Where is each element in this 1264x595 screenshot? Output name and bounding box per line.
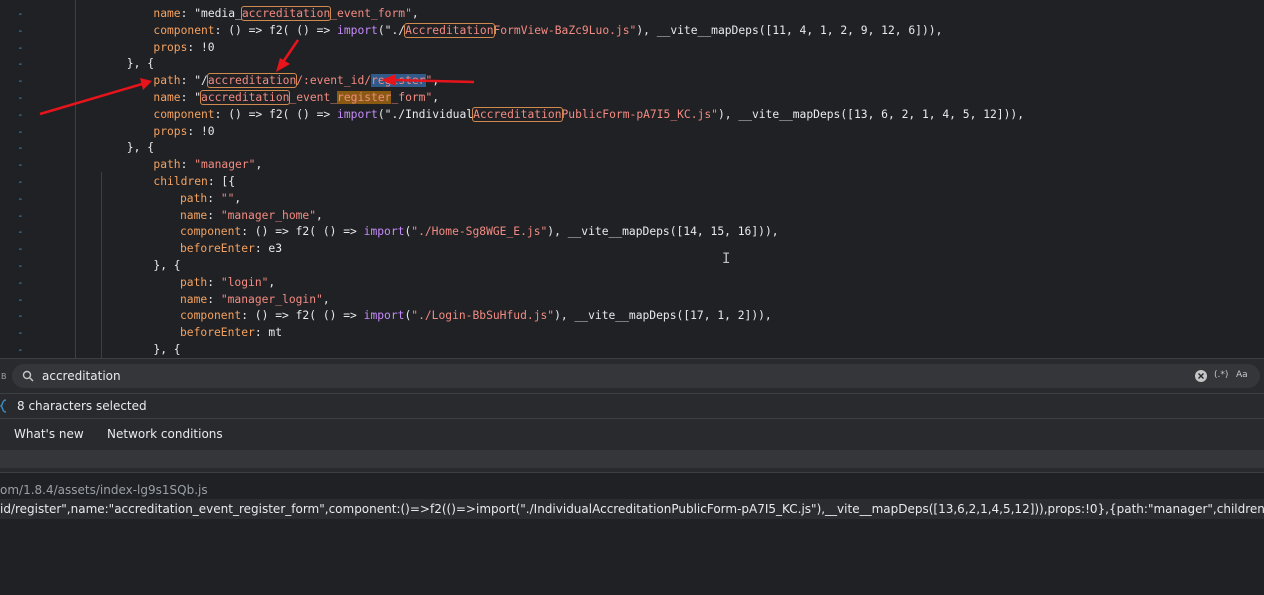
text-cursor-icon: I	[722, 251, 731, 267]
clear-icon[interactable]	[1195, 370, 1207, 382]
annotation-arrows	[39, 39, 475, 116]
search-input[interactable]: accreditation	[42, 369, 121, 383]
tab-network-conditions[interactable]: Network conditions	[107, 427, 223, 441]
search-results: om/1.8.4/assets/index-lg9s1SQb.js id/reg…	[0, 473, 1264, 595]
annotation-arrow-down	[276, 39, 300, 72]
annotation-arrow-left	[381, 74, 475, 86]
annotation-arrow-diag	[39, 78, 152, 116]
search-panel-toolbar	[0, 447, 1264, 473]
result-file-path[interactable]: om/1.8.4/assets/index-lg9s1SQb.js	[0, 483, 208, 497]
search-bar: B accreditation (.*) Aa	[0, 358, 1264, 393]
status-bar: 8 characters selected	[0, 393, 1264, 418]
search-panel-input[interactable]	[0, 450, 1264, 468]
drawer-tab-bar: What's new Network conditions	[0, 418, 1264, 448]
tab-whats-new[interactable]: What's new	[14, 427, 84, 441]
regex-toggle-button[interactable]: (.*)	[1214, 370, 1228, 380]
match-case-button[interactable]: Aa	[1236, 370, 1248, 380]
selection-status-text: 8 characters selected	[17, 399, 147, 413]
brace-icon	[0, 399, 7, 413]
search-icon	[22, 370, 34, 382]
result-match-line[interactable]: id/register",name:"accreditation_event_r…	[0, 499, 1264, 519]
search-field[interactable]	[12, 364, 1260, 388]
search-side-marker: B	[1, 372, 7, 381]
code-editor[interactable]: - name: "media_accreditation_event_form",…	[0, 0, 1264, 358]
